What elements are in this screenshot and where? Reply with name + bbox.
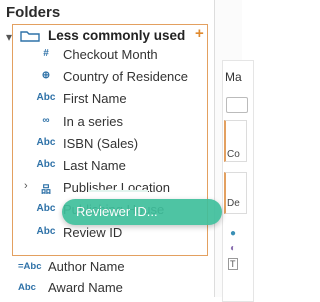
hash-icon: # — [43, 48, 49, 59]
calculated-text-icon: =Abc — [18, 261, 42, 272]
mark-shape-icon: ◐ — [230, 243, 237, 254]
field-row[interactable]: ∞ In a series — [0, 111, 210, 133]
field-row[interactable]: › 品 Publisher Location — [0, 177, 210, 199]
text-type-icon: Abc — [36, 225, 56, 237]
field-label: Author Name — [48, 259, 125, 274]
marks-dropdown[interactable] — [226, 97, 248, 113]
detail-card-label: De — [227, 198, 240, 209]
text-type-icon: Abc — [36, 136, 56, 148]
field-label: First Name — [63, 91, 127, 107]
text-type-icon: Abc — [18, 282, 36, 293]
drag-pill[interactable]: Reviewer ID... — [62, 199, 222, 225]
mark-size-icon: ● — [230, 228, 237, 239]
mark-text-icon: T — [228, 258, 238, 270]
field-label: Country of Residence — [63, 69, 189, 85]
field-row[interactable]: Abc First Name — [0, 88, 210, 110]
folder-label[interactable]: Less commonly used — [48, 28, 185, 43]
panel-title: Folders — [6, 4, 61, 21]
field-label: Publisher Location — [63, 180, 170, 196]
marks-label: Ma — [225, 70, 242, 84]
field-label: Checkout Month — [63, 47, 158, 62]
field-label: Award Name — [48, 280, 123, 295]
chevron-right-icon[interactable]: › — [24, 180, 28, 192]
field-row[interactable]: ⊕ Country of Residence — [0, 66, 210, 88]
text-type-icon: Abc — [36, 159, 56, 170]
set-icon: ∞ — [42, 114, 50, 126]
field-label: Review ID — [63, 224, 123, 240]
drag-ghost — [88, 190, 148, 192]
field-row[interactable]: =Abc Author Name — [0, 256, 210, 278]
globe-icon: ⊕ — [41, 70, 51, 82]
field-label: In a series — [63, 113, 123, 129]
text-type-icon: Abc — [36, 203, 56, 215]
field-label: ISBN (Sales) — [63, 135, 139, 151]
add-icon[interactable]: + — [195, 25, 204, 42]
field-row[interactable]: Abc Award Name — [0, 277, 210, 299]
folder-icon — [20, 31, 40, 42]
field-row[interactable]: Abc ISBN (Sales) — [0, 133, 210, 155]
field-label: Last Name — [63, 158, 126, 173]
hierarchy-icon: 品 — [41, 185, 51, 197]
drag-pill-label: Reviewer ID... — [76, 204, 158, 219]
field-row[interactable]: Abc Last Name — [0, 155, 210, 177]
field-row[interactable]: # Checkout Month — [0, 44, 210, 66]
chevron-down-icon[interactable]: ▾ — [6, 30, 12, 44]
text-type-icon: Abc — [36, 92, 56, 104]
color-card-label: Co — [227, 149, 240, 160]
